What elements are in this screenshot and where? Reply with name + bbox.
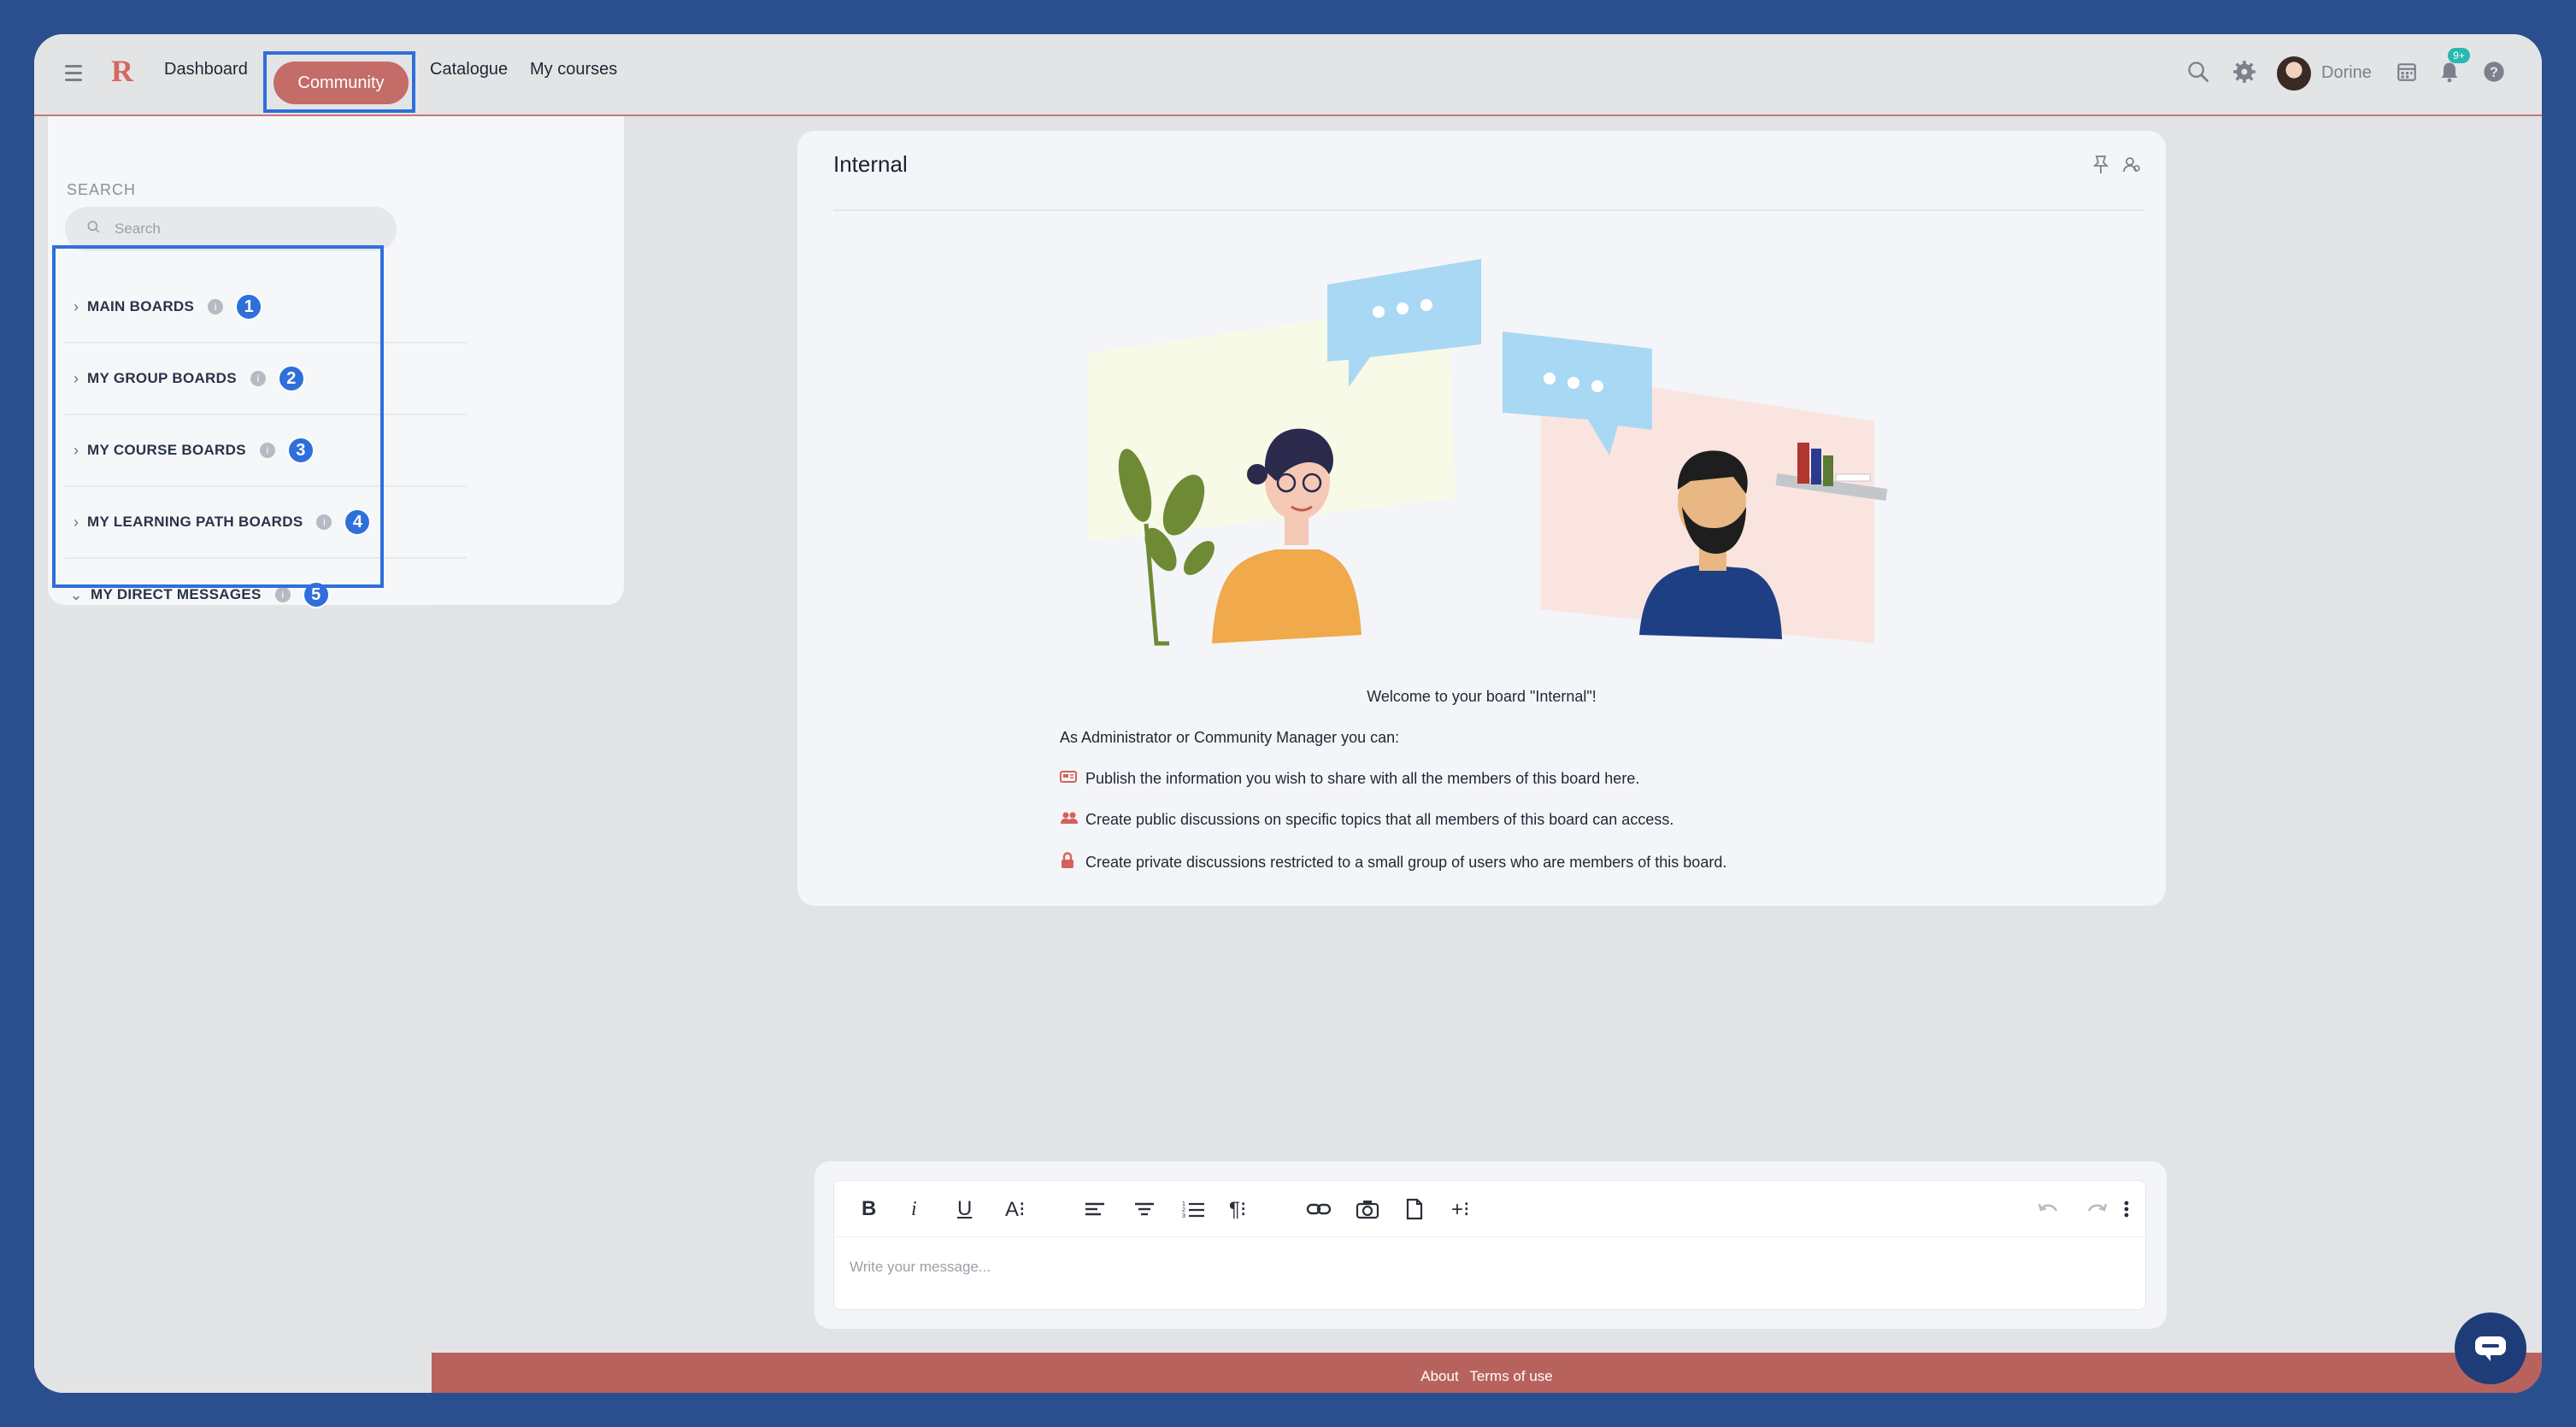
info-icon[interactable]: i: [274, 587, 291, 602]
italic-button[interactable]: i: [911, 1196, 917, 1222]
board-content-card: Internal Welcome to your board "Internal…: [797, 131, 2166, 906]
undo-icon[interactable]: [2038, 1196, 2060, 1222]
bullet-text: Create public discussions on specific to…: [1085, 811, 1674, 828]
users-icon: [1060, 811, 1085, 829]
community-illustration: [1088, 259, 1888, 646]
svg-text:1: 1: [1182, 1201, 1185, 1207]
ordered-list-icon[interactable]: 123: [1181, 1196, 1205, 1222]
title-divider: [833, 209, 2144, 211]
gear-icon[interactable]: [2229, 56, 2260, 87]
align-left-icon[interactable]: [1084, 1196, 1106, 1222]
nav-my-courses[interactable]: My courses: [530, 60, 617, 79]
align-center-icon[interactable]: [1133, 1196, 1156, 1222]
footer-link-terms[interactable]: Terms of use: [1469, 1368, 1552, 1384]
search-icon[interactable]: [2183, 56, 2214, 87]
insert-more-button[interactable]: +⁝: [1451, 1196, 1470, 1222]
board-group-label: MY DIRECT MESSAGES: [91, 586, 262, 602]
members-icon[interactable]: [2121, 155, 2142, 175]
user-name[interactable]: Dorine: [2321, 63, 2372, 83]
underline-button[interactable]: U: [957, 1196, 972, 1222]
avatar[interactable]: [2277, 56, 2311, 91]
bold-button[interactable]: B: [862, 1196, 876, 1222]
camera-icon[interactable]: [1356, 1196, 1379, 1222]
svg-text:2: 2: [1182, 1207, 1185, 1213]
help-icon[interactable]: ?: [2479, 56, 2509, 87]
chevron-down-icon: ⌄: [69, 585, 83, 603]
calendar-icon[interactable]: [2391, 56, 2422, 87]
link-icon[interactable]: [1306, 1196, 1332, 1222]
nav-catalogue[interactable]: Catalogue: [430, 60, 508, 79]
newspaper-icon: [1060, 770, 1085, 788]
nav-dashboard[interactable]: Dashboard: [164, 60, 248, 79]
pin-icon[interactable]: [2092, 155, 2109, 175]
board-actions: [2092, 155, 2142, 179]
top-navigation-bar: R Dashboard Community Catalogue My cours…: [34, 34, 2542, 116]
board-title: Internal: [833, 151, 908, 177]
bullet-private-discussions: Create private discussions restricted to…: [1060, 852, 1726, 873]
intro-text: As Administrator or Community Manager yo…: [1060, 729, 1400, 746]
lock-icon: [1060, 852, 1085, 873]
svg-text:3: 3: [1182, 1213, 1185, 1219]
chat-icon: [2475, 1336, 2506, 1361]
bullet-text: Publish the information you wish to shar…: [1085, 770, 1640, 787]
footer-link-about[interactable]: About: [1420, 1368, 1458, 1384]
nav-community[interactable]: Community: [273, 62, 409, 104]
chat-support-button[interactable]: [2455, 1312, 2526, 1384]
app-logo[interactable]: R: [111, 53, 133, 89]
font-size-button[interactable]: A⁝: [1005, 1196, 1026, 1222]
redo-icon[interactable]: [2085, 1196, 2108, 1222]
search-label: SEARCH: [67, 181, 137, 198]
welcome-message: Welcome to your board "Internal"!: [1367, 688, 1597, 705]
more-options-icon[interactable]: [2123, 1196, 2130, 1222]
footer: About Terms of use: [432, 1353, 2542, 1393]
top-right-controls: Dorine 9+ ?: [2183, 48, 2542, 94]
notification-badge: 9+: [2448, 48, 2470, 63]
editor-box: B i U A⁝ 123 ¶⁝ +⁝: [833, 1180, 2147, 1310]
hamburger-menu-icon[interactable]: [65, 65, 82, 81]
file-icon[interactable]: [1405, 1196, 1424, 1222]
message-editor: B i U A⁝ 123 ¶⁝ +⁝: [815, 1161, 2167, 1329]
search-icon: [87, 220, 100, 233]
message-input[interactable]: [850, 1254, 2132, 1280]
bullet-text: Create private discussions restricted to…: [1085, 854, 1727, 871]
search-input[interactable]: [115, 217, 371, 241]
editor-toolbar: B i U A⁝ 123 ¶⁝ +⁝: [834, 1181, 2147, 1237]
svg-text:?: ?: [2490, 65, 2498, 80]
paragraph-button[interactable]: ¶⁝: [1229, 1196, 1247, 1222]
bullet-publish: Publish the information you wish to shar…: [1060, 770, 1639, 788]
boards-highlight-box: [52, 245, 384, 588]
bullet-public-discussions: Create public discussions on specific to…: [1060, 811, 1673, 829]
app-window: R Dashboard Community Catalogue My cours…: [34, 34, 2542, 1393]
